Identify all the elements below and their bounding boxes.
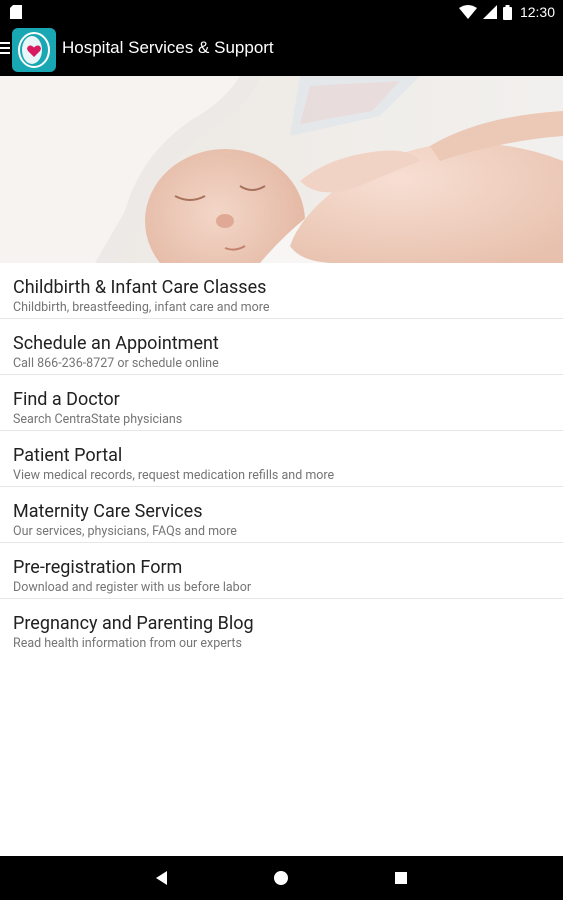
list-item-subtitle: Read health information from our experts xyxy=(13,636,242,651)
navigation-bar xyxy=(0,856,563,900)
home-icon[interactable] xyxy=(271,868,291,888)
list-item-patient-portal[interactable]: Patient Portal View medical records, req… xyxy=(0,431,563,487)
list-item-subtitle: Call 866-236-8727 or schedule online xyxy=(13,356,219,371)
back-icon[interactable] xyxy=(152,868,172,888)
list-item-subtitle: Download and register with us before lab… xyxy=(13,580,252,595)
list-item-preregistration-form[interactable]: Pre-registration Form Download and regis… xyxy=(0,543,563,599)
list-item-subtitle: Search CentraState physicians xyxy=(13,412,183,427)
list-item-subtitle: View medical records, request medication… xyxy=(13,468,335,483)
list-item-parenting-blog[interactable]: Pregnancy and Parenting Blog Read health… xyxy=(0,599,563,655)
status-icons: 12:30 xyxy=(458,0,555,24)
list-item-title: Pre-registration Form xyxy=(13,557,183,578)
signal-icon xyxy=(482,5,497,19)
list-item-title: Maternity Care Services xyxy=(13,501,203,522)
menu-list: Childbirth & Infant Care Classes Childbi… xyxy=(0,263,563,655)
app-title: Hospital Services & Support xyxy=(62,38,274,57)
list-item-subtitle: Childbirth, breastfeeding, infant care a… xyxy=(13,300,270,315)
newborn-baby-photo xyxy=(0,76,563,263)
app-bar: Hospital Services & Support xyxy=(0,24,563,76)
status-time: 12:30 xyxy=(519,4,555,20)
list-item-title: Schedule an Appointment xyxy=(13,333,219,354)
battery-icon xyxy=(502,4,512,20)
recents-icon[interactable] xyxy=(391,868,411,888)
list-item-title: Find a Doctor xyxy=(13,389,120,410)
wifi-icon xyxy=(458,5,477,19)
hero-image xyxy=(0,76,563,263)
list-item-maternity-services[interactable]: Maternity Care Services Our services, ph… xyxy=(0,487,563,543)
list-item-title: Patient Portal xyxy=(13,445,123,466)
status-bar: 12:30 xyxy=(0,0,563,24)
heart-logo[interactable] xyxy=(12,28,56,72)
sd-card-icon xyxy=(10,5,22,19)
heart-icon xyxy=(18,32,50,68)
menu-icon[interactable] xyxy=(0,42,10,58)
list-item-schedule-appointment[interactable]: Schedule an Appointment Call 866-236-872… xyxy=(0,319,563,375)
list-item-subtitle: Our services, physicians, FAQs and more xyxy=(13,524,237,539)
list-item-title: Pregnancy and Parenting Blog xyxy=(13,613,254,634)
list-item-find-doctor[interactable]: Find a Doctor Search CentraState physici… xyxy=(0,375,563,431)
list-item-title: Childbirth & Infant Care Classes xyxy=(13,277,267,298)
list-item-childbirth-classes[interactable]: Childbirth & Infant Care Classes Childbi… xyxy=(0,263,563,319)
